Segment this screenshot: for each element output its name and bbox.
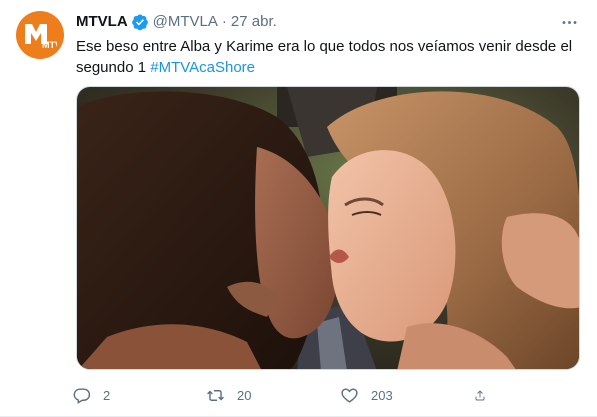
separator-dot: · <box>221 13 227 30</box>
verified-badge-icon <box>131 13 149 31</box>
tweet-photo[interactable] <box>76 86 580 370</box>
like-button[interactable]: 203 <box>340 386 474 405</box>
share-icon <box>475 389 485 400</box>
reply-icon <box>73 387 91 404</box>
more-icon[interactable] <box>557 10 581 34</box>
share-button[interactable] <box>474 386 498 405</box>
retweet-icon <box>207 389 224 401</box>
author-name[interactable]: MTVLA <box>76 12 128 32</box>
hashtag-link[interactable]: #MTVAcaShore <box>150 59 255 76</box>
tweet-card[interactable]: MTV MTVLA @MTVLA · 27 abr. Ese beso entr… <box>0 0 597 417</box>
tweet-date[interactable]: 27 abr. <box>231 12 277 32</box>
like-count: 203 <box>371 387 393 403</box>
author-handle[interactable]: @MTVLA <box>153 12 218 32</box>
mtv-logo-text: MTV <box>42 40 57 50</box>
mtv-logo-icon: MTV <box>25 24 57 50</box>
photo-two-women-kissing <box>77 87 579 369</box>
reply-button[interactable]: 2 <box>72 386 206 405</box>
retweet-count: 20 <box>237 387 252 403</box>
retweet-button[interactable]: 20 <box>206 386 340 405</box>
tweet-actions: 2 20 203 <box>72 381 512 409</box>
tweet-text: Ese beso entre Alba y Karime era lo que … <box>76 36 576 78</box>
reply-count: 2 <box>103 387 111 403</box>
heart-icon <box>341 387 358 403</box>
tweet-header: MTVLA @MTVLA · 27 abr. <box>76 12 581 32</box>
avatar[interactable]: MTV <box>16 11 64 59</box>
